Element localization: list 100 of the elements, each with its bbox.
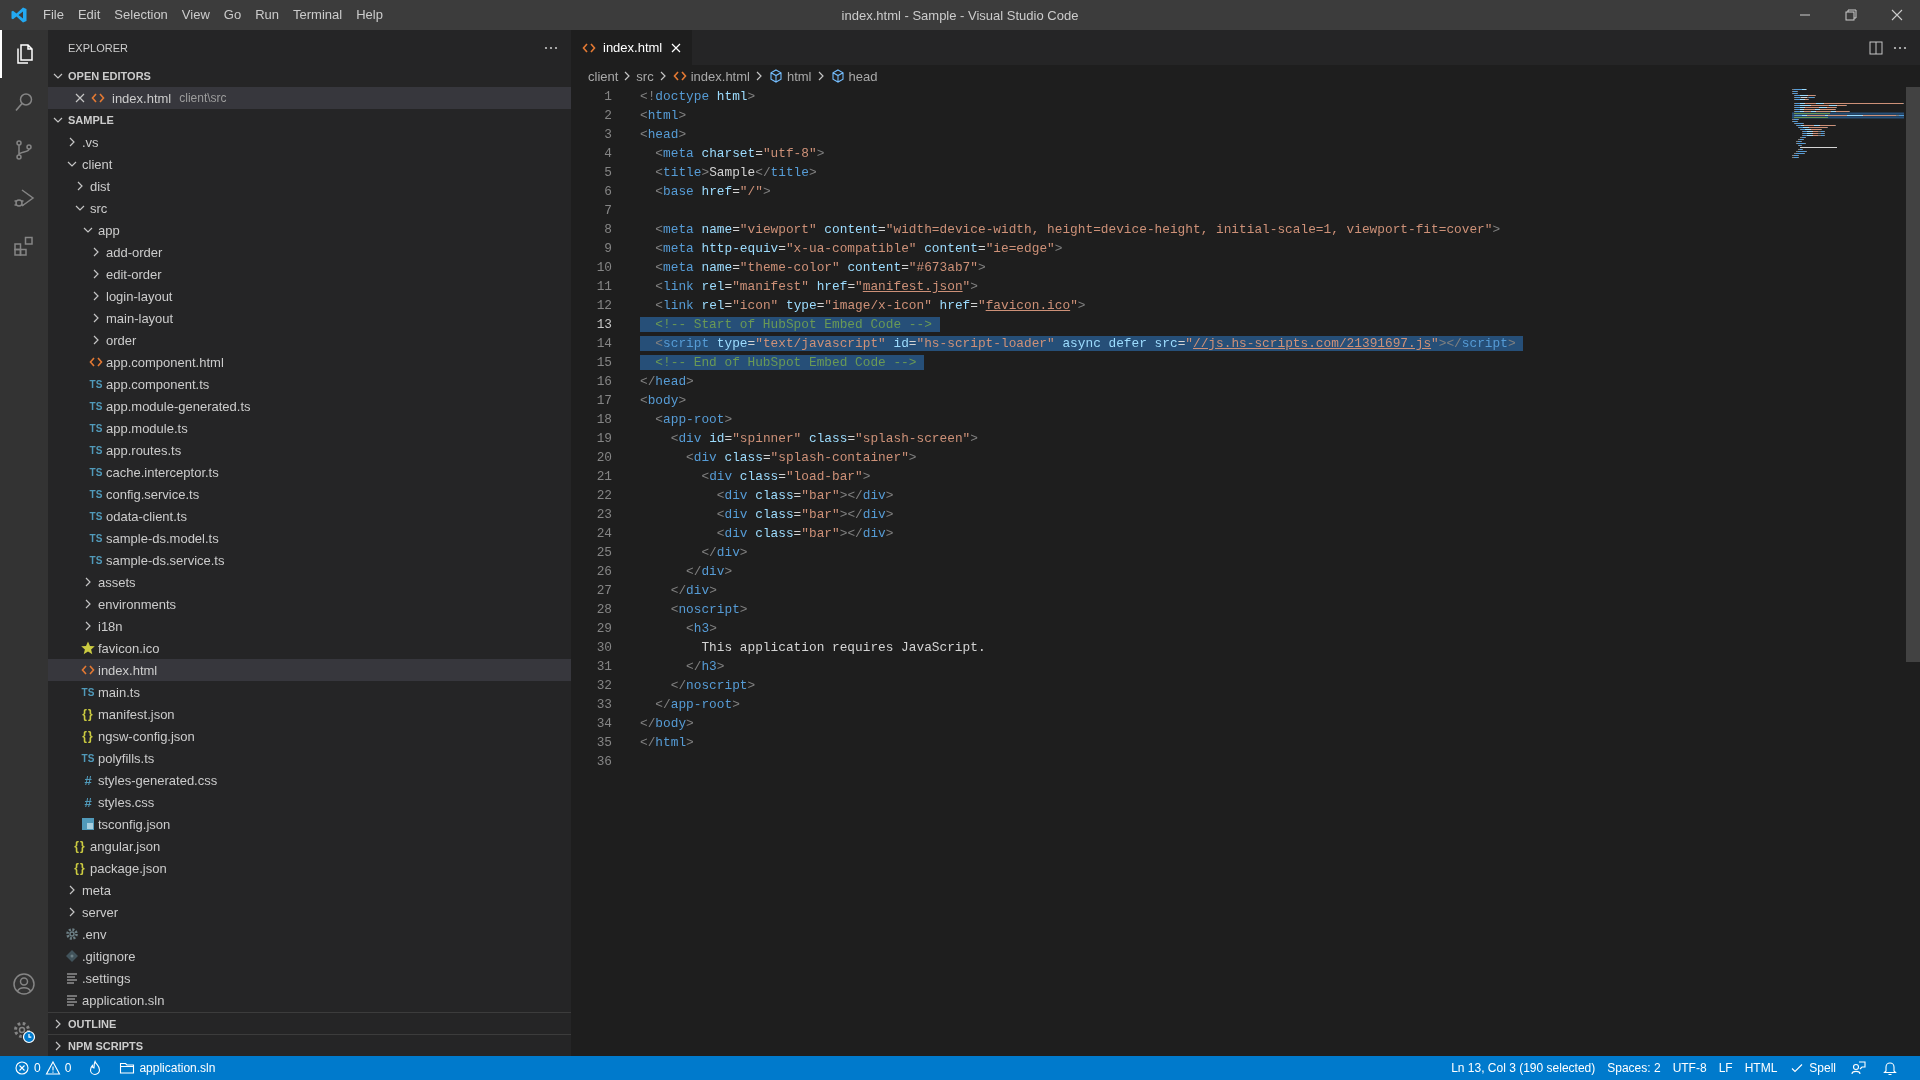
tree-item[interactable]: app.component.html [48, 351, 571, 373]
ts-file-icon: TS [89, 488, 103, 500]
editor-tab[interactable]: index.html [571, 30, 693, 65]
ts-file-icon: TS [89, 444, 103, 456]
code-line: <link rel="icon" type="image/x-icon" href="favicon.ico"> [654, 298, 1086, 313]
code-line: This application requires JavaScript. [700, 640, 986, 655]
code-line: <html> [640, 108, 687, 123]
breadcrumb[interactable]: client [588, 68, 619, 84]
status-item[interactable]: Spaces: 2 [1601, 1056, 1667, 1080]
menu-item[interactable]: File [36, 0, 71, 30]
account-icon[interactable] [12, 972, 36, 996]
tree-item[interactable]: tsconfig.json [48, 813, 571, 835]
problems-button[interactable]: 0 0 [8, 1056, 78, 1080]
folder-icon [119, 1060, 136, 1076]
menu-item[interactable]: Go [216, 0, 249, 30]
tree-item[interactable]: TS app.module.ts [48, 417, 571, 439]
code-line: <meta charset="utf-8"> [654, 146, 825, 161]
close-icon[interactable] [1891, 9, 1903, 21]
tree-item[interactable]: {} package.json [48, 857, 571, 879]
tree-item[interactable]: login-layout [48, 285, 571, 307]
window-title: index.html - Sample - Visual Studio Code [841, 7, 1079, 23]
line-number: 20 [595, 450, 612, 465]
tree-item[interactable]: i18n [48, 615, 571, 637]
tree-item[interactable]: assets [48, 571, 571, 593]
tree-item[interactable]: TS app.routes.ts [48, 439, 571, 461]
project-button[interactable]: application.sln [113, 1056, 222, 1080]
split-editor-icon[interactable] [1868, 39, 1884, 56]
tree-item[interactable]: .settings [48, 967, 571, 989]
tree-item[interactable]: favicon.ico [48, 637, 571, 659]
tree-item[interactable]: TS main.ts [48, 681, 571, 703]
tree-item[interactable]: order [48, 329, 571, 351]
tree-item[interactable]: # styles-generated.css [48, 769, 571, 791]
tree-item[interactable]: TS cache.interceptor.ts [48, 461, 571, 483]
line-number: 31 [595, 659, 612, 674]
breadcrumb[interactable]: index.html [671, 68, 750, 84]
tree-item[interactable]: client [48, 153, 571, 175]
tree-item[interactable]: TS sample-ds.model.ts [48, 527, 571, 549]
tree-item[interactable]: environments [48, 593, 571, 615]
menu-item[interactable]: View [174, 0, 217, 30]
tree-item[interactable]: .env [48, 923, 571, 945]
bell-icon[interactable] [1882, 1060, 1898, 1076]
tree-item[interactable]: dist [48, 175, 571, 197]
status-item[interactable]: UTF-8 [1666, 1056, 1713, 1080]
section-header[interactable]: SAMPLE [48, 109, 571, 131]
line-number: 12 [595, 298, 612, 313]
menu-item[interactable]: Terminal [286, 0, 350, 30]
ts-file-icon: TS [89, 510, 103, 522]
tree-item[interactable]: index.html [48, 659, 571, 681]
tree-item[interactable]: meta [48, 879, 571, 901]
tree-item[interactable]: src [48, 197, 571, 219]
json-file-icon: {} [82, 707, 94, 721]
breadcrumb[interactable]: src [636, 68, 654, 84]
status-item[interactable]: Ln 13, Col 3 (190 selected) [1445, 1056, 1602, 1080]
tree-item[interactable]: .gitignore [48, 945, 571, 967]
status-item[interactable]: LF [1712, 1056, 1739, 1080]
line-number: 25 [595, 545, 612, 560]
line-number: 5 [603, 165, 612, 180]
tree-item[interactable]: TS app.module-generated.ts [48, 395, 571, 417]
cube-icon [767, 68, 784, 84]
section-header[interactable]: OUTLINE [48, 1012, 571, 1034]
code-line: </noscript> [669, 678, 756, 693]
breadcrumb[interactable]: html [767, 68, 812, 84]
tree-item[interactable]: application.sln [48, 989, 571, 1011]
menu-item[interactable]: Run [248, 0, 286, 30]
run-debug-icon[interactable] [12, 186, 36, 210]
status-item[interactable]: HTML [1738, 1056, 1784, 1080]
tree-item[interactable]: {} angular.json [48, 835, 571, 857]
code-line: <noscript> [669, 602, 748, 617]
css-file-icon: # [84, 772, 92, 788]
tree-item[interactable]: {} manifest.json [48, 703, 571, 725]
tree-item[interactable]: {} ngsw-config.json [48, 725, 571, 747]
section-header[interactable]: OPEN EDITORS [48, 65, 571, 87]
restore-icon[interactable] [1845, 9, 1857, 21]
tree-item[interactable]: TS config.service.ts [48, 483, 571, 505]
code-line: <div class="splash-container"> [685, 450, 917, 465]
ts-file-icon: TS [89, 422, 103, 434]
feedback-icon[interactable] [1850, 1060, 1866, 1076]
tree-item[interactable]: server [48, 901, 571, 923]
open-editor-item[interactable]: index.html client\src [48, 87, 571, 109]
tree-item[interactable]: TS polyfills.ts [48, 747, 571, 769]
spell-button[interactable]: Spell [1783, 1056, 1842, 1080]
tree-item[interactable]: TS odata-client.ts [48, 505, 571, 527]
scrollbar[interactable] [1906, 87, 1920, 662]
menu-item[interactable]: Help [349, 0, 390, 30]
tree-item[interactable]: TS app.component.ts [48, 373, 571, 395]
tree-item[interactable]: .vs [48, 131, 571, 153]
tree-item[interactable]: edit-order [48, 263, 571, 285]
breadcrumb[interactable]: head [829, 68, 878, 84]
ts-file-icon: TS [81, 686, 95, 698]
tree-item[interactable]: # styles.css [48, 791, 571, 813]
extensions-icon[interactable] [12, 234, 36, 258]
error-icon [14, 1060, 30, 1076]
tree-item[interactable]: TS sample-ds.service.ts [48, 549, 571, 571]
tree-item[interactable]: add-order [48, 241, 571, 263]
code-line: </app-root> [654, 697, 740, 712]
menu-item[interactable]: Edit [70, 0, 108, 30]
settings-icon[interactable] [12, 1020, 36, 1044]
menu-item[interactable]: Selection [107, 0, 175, 30]
tree-item[interactable]: app [48, 219, 571, 241]
tree-item[interactable]: main-layout [48, 307, 571, 329]
